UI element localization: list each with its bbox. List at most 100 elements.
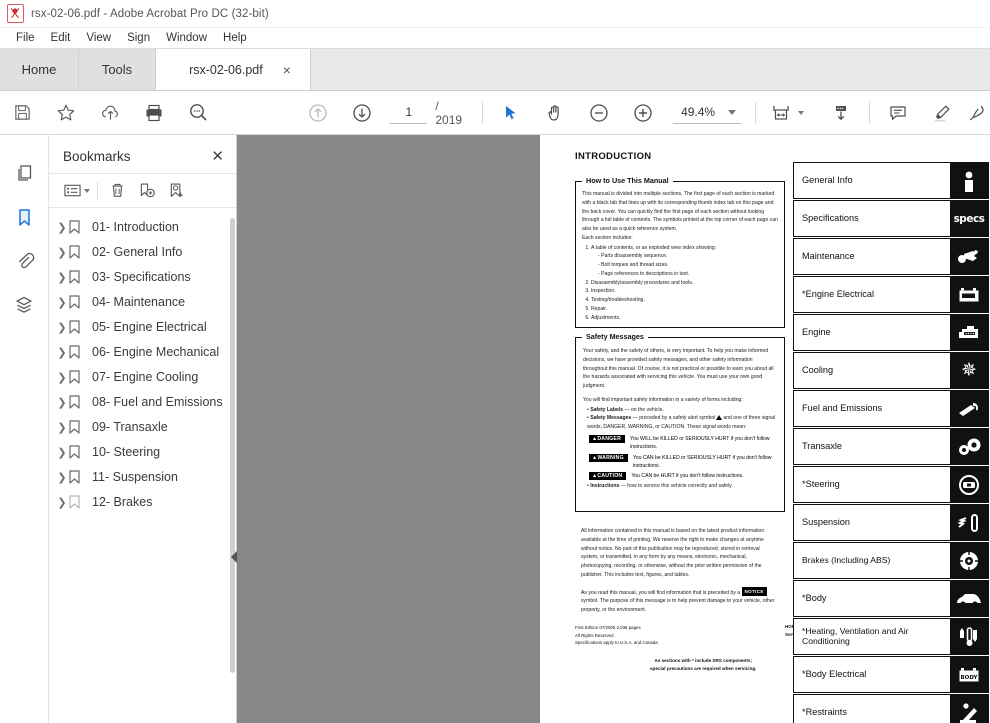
zoom-level-control[interactable]: 49.4% (673, 101, 742, 124)
chevron-down-icon[interactable] (728, 109, 737, 115)
fit-width-chevron-down-icon[interactable] (798, 110, 805, 115)
battery-icon (950, 277, 988, 312)
attachments-icon[interactable] (4, 239, 44, 283)
zoom-in-icon[interactable] (621, 91, 665, 134)
index-tab-body[interactable]: *Body (793, 580, 989, 617)
chevron-right-icon[interactable]: ❯ (55, 493, 69, 510)
chevron-right-icon[interactable]: ❯ (55, 318, 69, 335)
menu-sign[interactable]: Sign (119, 30, 158, 46)
delete-bookmark-icon[interactable] (102, 178, 132, 204)
previous-page-icon[interactable] (296, 91, 340, 134)
warning-text: You CAN be KILLED or SERIOUSLY HURT if y… (632, 454, 772, 469)
index-tab-label: *Heating, Ventilation and Air Conditioni… (802, 626, 909, 646)
bookmarks-scrollbar[interactable] (230, 218, 235, 673)
list-item[interactable]: ❯ 05- Engine Electrical (49, 316, 236, 341)
hand-tool-icon[interactable] (533, 91, 577, 134)
document-viewport[interactable]: INTRODUCTION How to Use This Manual This… (237, 135, 990, 723)
thumb-index-tabs: General Info Specifications specs Mainte… (793, 162, 989, 723)
index-tab-engine[interactable]: Engine (793, 314, 989, 351)
index-tab-specifications[interactable]: Specifications specs (793, 200, 989, 237)
bookmarks-panel-title: Bookmarks (63, 149, 131, 164)
page-number-input[interactable] (390, 101, 428, 124)
next-page-icon[interactable] (340, 91, 384, 134)
list-item[interactable]: ❯ 11- Suspension (49, 466, 236, 491)
tab-home[interactable]: Home (0, 49, 79, 90)
bookmark-options-icon[interactable] (57, 178, 87, 204)
list-item[interactable]: ❯ 02- General Info (49, 241, 236, 266)
chevron-right-icon[interactable]: ❯ (55, 343, 69, 360)
star-icon[interactable] (44, 91, 88, 134)
close-icon[interactable]: × (283, 63, 291, 77)
bookmarks-icon[interactable] (4, 195, 44, 239)
list-item[interactable]: ❯ 08- Fuel and Emissions (49, 391, 236, 416)
chevron-right-icon[interactable]: ❯ (55, 443, 69, 460)
cloud-upload-icon[interactable] (88, 91, 132, 134)
index-tab-label: Cooling (802, 364, 834, 375)
chevron-right-icon[interactable]: ❯ (55, 293, 69, 310)
index-tab-engine-electrical[interactable]: *Engine Electrical (793, 276, 989, 313)
index-tab-hvac[interactable]: *Heating, Ventilation and Air Conditioni… (793, 618, 989, 655)
list-item-label: 09- Transaxle (92, 420, 168, 434)
highlighter-icon[interactable] (920, 91, 964, 134)
safety-messages-rest-a: — preceded by a safety alert symbol (631, 415, 716, 422)
index-tab-brakes[interactable]: Brakes (Including ABS) (793, 542, 989, 579)
index-tab-steering[interactable]: *Steering (793, 466, 989, 503)
index-tab-transaxle[interactable]: Transaxle (793, 428, 989, 465)
index-tab-fuel-emissions[interactable]: Fuel and Emissions (793, 390, 989, 427)
collapse-panel-button[interactable] (228, 545, 240, 569)
chevron-right-icon[interactable]: ❯ (55, 243, 69, 260)
menu-window[interactable]: Window (158, 30, 215, 46)
comment-icon[interactable] (876, 91, 920, 134)
chevron-right-icon[interactable]: ❯ (55, 268, 69, 285)
bookmarks-toolbar-separator (97, 181, 98, 200)
menu-file[interactable]: File (8, 30, 43, 46)
new-bookmark-icon[interactable] (132, 178, 162, 204)
fit-width-icon[interactable] (762, 91, 800, 134)
index-tab-label: Specifications (802, 212, 859, 223)
menu-edit[interactable]: Edit (43, 30, 79, 46)
fuel-nozzle-icon (950, 391, 988, 426)
list-item[interactable]: ❯ 01- Introduction (49, 216, 236, 241)
menu-help[interactable]: Help (215, 30, 255, 46)
close-icon[interactable]: ✕ (211, 149, 224, 164)
pen-icon[interactable] (964, 91, 990, 134)
print-icon[interactable] (132, 91, 176, 134)
save-icon[interactable] (0, 91, 44, 134)
index-tab-suspension[interactable]: Suspension (793, 504, 989, 541)
index-tab-cooling[interactable]: Cooling ✵ (793, 352, 989, 389)
zoom-out-icon[interactable] (577, 91, 621, 134)
bookmark-options-chevron-down-icon[interactable] (84, 188, 90, 193)
list-item[interactable]: ❯ 09- Transaxle (49, 416, 236, 441)
list-item-label: 12- Brakes (92, 495, 153, 509)
menu-view[interactable]: View (78, 30, 119, 46)
select-cursor-icon[interactable] (489, 91, 533, 134)
list-item[interactable]: ❯ 12- Brakes (49, 491, 236, 516)
chevron-right-icon[interactable]: ❯ (55, 393, 69, 410)
index-tab-restraints[interactable]: *Restraints (793, 694, 989, 723)
page-thumbnails-icon[interactable] (4, 151, 44, 195)
bookmarks-list[interactable]: ❯ 01- Introduction ❯ 02- General Info ❯ 03-… (49, 208, 236, 723)
chevron-right-icon[interactable]: ❯ (55, 368, 69, 385)
index-tab-maintenance[interactable]: Maintenance (793, 238, 989, 275)
find-bookmark-icon[interactable] (162, 178, 192, 204)
index-tab-body-electrical[interactable]: *Body Electrical BODY (793, 656, 989, 693)
list-item[interactable]: ❯ 04- Maintenance (49, 291, 236, 316)
search-icon[interactable] (176, 91, 220, 134)
list-item: Disassembly/assembly procedures and tool… (591, 279, 778, 288)
chevron-right-icon[interactable]: ❯ (55, 418, 69, 435)
layers-icon[interactable] (4, 283, 44, 327)
list-item: Page references to descriptions in text. (598, 270, 778, 279)
tab-tools[interactable]: Tools (79, 49, 156, 90)
list-item[interactable]: ❯ 10- Steering (49, 441, 236, 466)
chevron-right-icon[interactable]: ❯ (55, 468, 69, 485)
scroll-mode-icon[interactable] (819, 91, 863, 134)
chevron-right-icon[interactable]: ❯ (55, 218, 69, 235)
list-item[interactable]: ❯ 07- Engine Cooling (49, 366, 236, 391)
list-item[interactable]: ❯ 06- Engine Mechanical (49, 341, 236, 366)
index-tab-label: Transaxle (802, 440, 842, 451)
list-item[interactable]: ❯ 03- Specifications (49, 266, 236, 291)
srs-note-line-2: special precautions are required when se… (650, 666, 757, 672)
index-tab-general-info[interactable]: General Info (793, 162, 989, 199)
car-icon (950, 581, 988, 616)
tab-document[interactable]: rsx-02-06.pdf × (156, 49, 311, 90)
